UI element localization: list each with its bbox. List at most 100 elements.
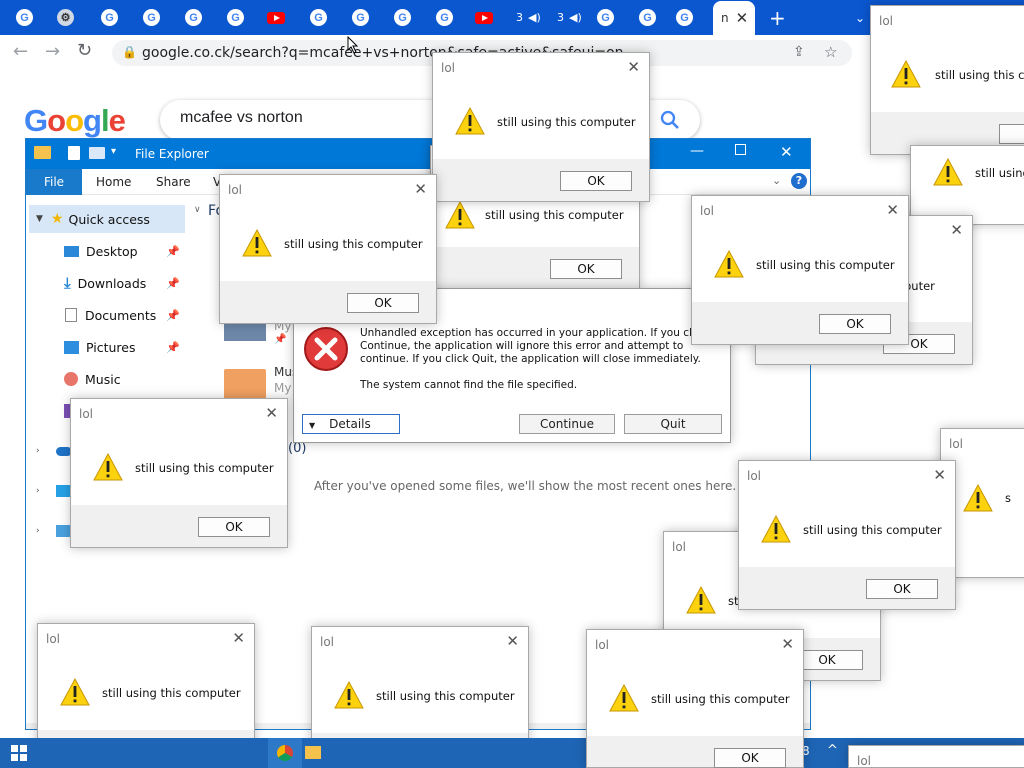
properties-icon[interactable] [68, 146, 80, 160]
tab[interactable] [475, 4, 493, 31]
continue-button[interactable]: Continue [519, 414, 615, 434]
nav-item-desktop[interactable]: Desktop 📌 [26, 237, 186, 265]
music-folder-icon[interactable] [224, 369, 266, 401]
ok-button[interactable] [999, 124, 1024, 144]
close-icon[interactable]: ✕ [232, 629, 245, 647]
close-icon[interactable]: ✕ [506, 632, 519, 650]
tab[interactable]: G [227, 4, 244, 31]
close-icon[interactable]: ✕ [781, 635, 794, 653]
close-icon[interactable]: ✕ [886, 201, 899, 219]
maximize-icon[interactable] [735, 144, 746, 155]
nav-label: Music [85, 371, 121, 387]
forward-arrow-icon[interactable]: → [45, 41, 60, 62]
tab[interactable]: G [352, 4, 369, 31]
ribbon-share-tab[interactable]: Share [156, 175, 191, 189]
google-logo[interactable]: Google [24, 103, 126, 139]
tab[interactable]: G [101, 4, 118, 31]
taskbar-file-explorer-icon[interactable] [305, 746, 321, 759]
tab[interactable]: G [16, 4, 33, 31]
warning-icon [933, 158, 963, 186]
ok-button[interactable]: OK [347, 293, 419, 313]
quit-button[interactable]: Quit [624, 414, 722, 434]
close-icon[interactable]: ✕ [950, 221, 963, 239]
dialog-message: still using this computer [376, 689, 515, 703]
ribbon-home-tab[interactable]: Home [96, 175, 131, 189]
ok-button[interactable]: OK [560, 171, 632, 191]
tab-search-chevron-icon[interactable]: ⌄ [855, 4, 865, 31]
download-arrow-icon: ⤓ [64, 274, 71, 292]
search-icon[interactable] [660, 110, 680, 130]
tab[interactable]: 3 ◀) [516, 4, 541, 31]
reload-icon[interactable]: ↻ [77, 40, 92, 61]
chevron-right-icon[interactable]: › [36, 526, 40, 536]
tab[interactable]: ⚙ [57, 4, 74, 31]
windows-start-icon[interactable] [11, 745, 27, 761]
close-window-icon[interactable]: ✕ [780, 143, 793, 161]
tab[interactable]: G [143, 4, 160, 31]
ok-button[interactable]: OK [866, 579, 938, 599]
customize-chevron-icon[interactable]: ▾ [111, 146, 116, 157]
dialog-title: lol [595, 638, 610, 652]
tab[interactable]: G [597, 4, 614, 31]
pin-icon: 📌 [166, 340, 180, 354]
dialog-message: still using this computer [284, 237, 423, 251]
tab[interactable]: G [639, 4, 656, 31]
back-arrow-icon[interactable]: ← [13, 41, 28, 62]
tab[interactable] [267, 4, 285, 31]
chevron-right-icon[interactable]: › [36, 446, 40, 456]
chevron-down-icon[interactable]: ∨ [194, 205, 201, 215]
tab[interactable]: G [436, 4, 453, 31]
details-label: Details [329, 417, 371, 431]
warning-icon [93, 453, 123, 481]
ribbon-file-tab[interactable]: File [26, 169, 82, 195]
dialog-title: lol [879, 14, 894, 28]
dialog-footer: OK [71, 505, 287, 547]
ok-button[interactable]: OK [550, 259, 622, 279]
dialog-title: lol [949, 437, 964, 451]
details-button[interactable]: ▼ Details [302, 414, 400, 434]
google-favicon-icon: G [16, 9, 33, 26]
tab[interactable]: G [676, 4, 693, 31]
close-tab-icon[interactable]: ✕ [736, 9, 749, 27]
new-tab-icon[interactable]: + [769, 4, 786, 31]
nav-item-pictures[interactable]: Pictures 📌 [26, 333, 186, 361]
ok-button[interactable]: OK [714, 748, 786, 768]
google-favicon-icon: G [310, 9, 327, 26]
dialog-footer: OK [220, 281, 436, 323]
close-icon[interactable]: ✕ [265, 404, 278, 422]
popup-dialog: lol ✕ still using this computer OK [219, 174, 437, 324]
warning-icon [963, 484, 993, 512]
share-icon[interactable]: ⇪ [793, 44, 805, 60]
popup-dialog: still using [910, 145, 1024, 225]
tray-chevron-icon[interactable]: ^ [827, 743, 838, 758]
dialog-message: s [1005, 491, 1011, 505]
popup-dialog: lol ✕ still using this computer OK [70, 398, 288, 548]
bookmark-star-icon[interactable]: ☆ [824, 43, 837, 61]
google-favicon-icon: G [436, 9, 453, 26]
active-tab[interactable]: n ✕ [713, 1, 755, 35]
nav-item-music[interactable]: Music [26, 365, 186, 393]
close-icon[interactable]: ✕ [627, 58, 640, 76]
tab[interactable]: G [394, 4, 411, 31]
tab[interactable]: G [310, 4, 327, 31]
pin-icon: 📌 [274, 334, 287, 345]
ok-button[interactable]: OK [198, 517, 270, 537]
expand-ribbon-icon[interactable]: ⌄ [772, 174, 781, 187]
help-icon[interactable]: ? [791, 173, 807, 189]
tab[interactable]: G [185, 4, 202, 31]
popup-dialog: lol still using this cor [870, 5, 1024, 155]
quick-access-item[interactable]: ▼ ★ Quick access [29, 205, 185, 233]
chevron-right-icon[interactable]: › [36, 486, 40, 496]
music-icon [64, 372, 78, 386]
dialog-footer: OK [587, 736, 803, 768]
close-icon[interactable]: ✕ [933, 466, 946, 484]
nav-item-documents[interactable]: Documents 📌 [26, 301, 186, 329]
close-icon[interactable]: ✕ [414, 180, 427, 198]
warning-icon [455, 107, 485, 135]
tab[interactable]: 3 ◀) [557, 4, 582, 31]
nav-item-downloads[interactable]: ⤓ Downloads 📌 [26, 269, 186, 297]
ok-button[interactable]: OK [819, 314, 891, 334]
minimize-icon[interactable]: — [690, 143, 704, 159]
chevron-down-icon[interactable]: ▼ [36, 214, 43, 224]
new-folder-icon[interactable] [89, 147, 105, 159]
